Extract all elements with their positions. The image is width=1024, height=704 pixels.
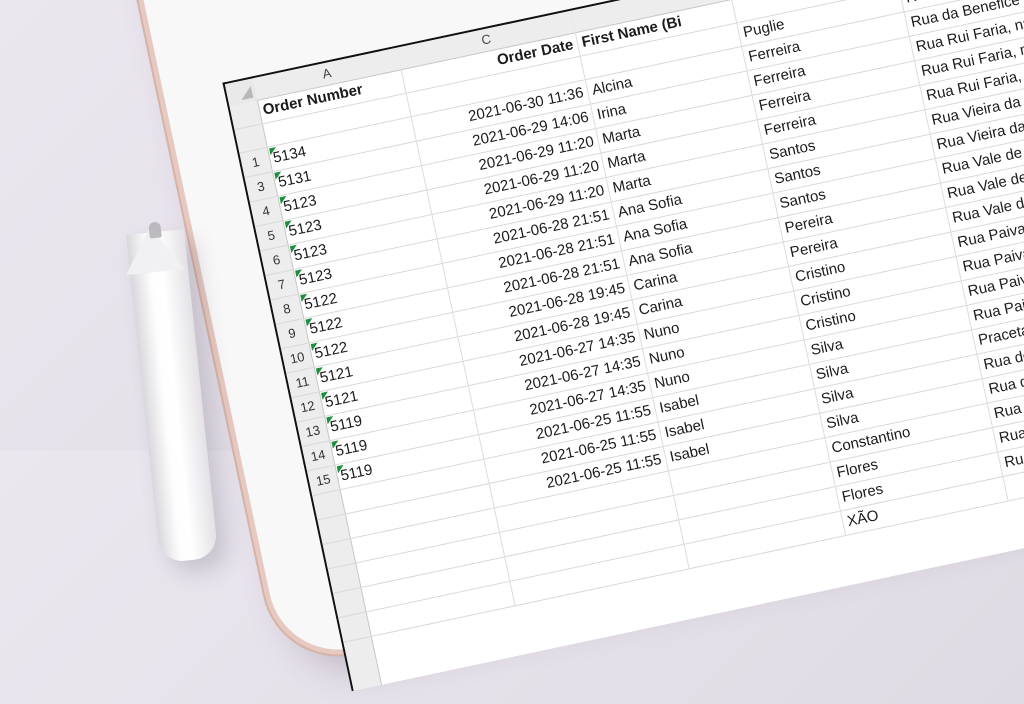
spreadsheet-screen: A C Order Number Order Date First Name (… [222,0,1024,692]
stylus-tip-point [148,221,162,239]
tablet: A C Order Number Order Date First Name (… [118,0,1024,692]
